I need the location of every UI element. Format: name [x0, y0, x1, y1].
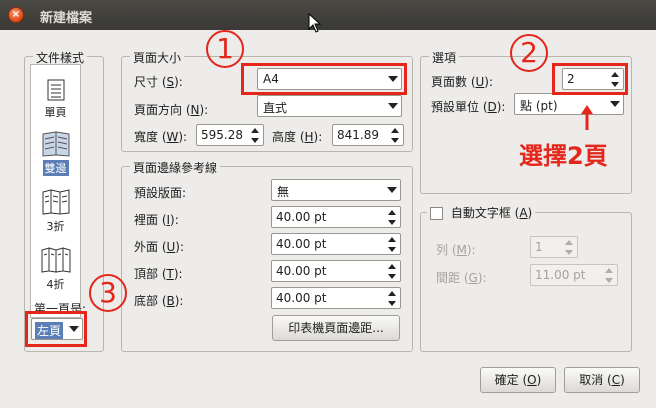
orientation-select[interactable]: 直式 [257, 95, 402, 117]
gap-value: 11.00 pt [535, 268, 586, 282]
style-item-quadfold[interactable]: 4折 [31, 247, 80, 292]
style-label-trifold: 3折 [46, 220, 65, 233]
preset-select[interactable]: 無 [271, 179, 401, 201]
spin-up-icon[interactable] [388, 237, 396, 242]
unit-select[interactable]: 點 (pt) [514, 93, 624, 115]
window-title: 新建檔案 [40, 11, 93, 26]
height-spinner[interactable]: 841.89 [332, 124, 404, 146]
top-spinner[interactable]: 40.00 pt [271, 260, 401, 282]
annotation-arrow-icon [581, 105, 593, 130]
preset-label: 預設版面: [134, 186, 187, 200]
orientation-value: 直式 [263, 101, 288, 115]
style-item-trifold[interactable]: 3折 [31, 189, 80, 234]
single-page-icon [47, 79, 64, 101]
spin-down-icon[interactable] [388, 274, 396, 279]
spin-down-icon[interactable] [388, 247, 396, 252]
style-label-quadfold: 4折 [46, 278, 65, 291]
gap-label: 間距 (G): [436, 271, 487, 285]
annotation-circle-3: 3 [89, 274, 127, 312]
outside-label: 外面 (U): [134, 240, 185, 254]
highlight-first-page-select [25, 311, 87, 347]
spin-down-icon[interactable] [251, 138, 259, 143]
spin-down-icon[interactable] [391, 138, 399, 143]
inside-label: 裡面 (I): [134, 213, 179, 227]
columns-spinner[interactable]: 1 [530, 236, 578, 258]
bottom-label: 底部 (B): [134, 294, 184, 308]
spin-up-icon[interactable] [388, 210, 396, 215]
unit-value: 點 (pt) [520, 99, 558, 113]
cancel-button[interactable]: 取消 (C) [564, 367, 640, 393]
spin-down-icon[interactable] [605, 278, 613, 283]
size-label: 尺寸 (S): [134, 75, 183, 89]
page-size-title: 頁面大小 [130, 49, 185, 66]
options-title: 選項 [429, 49, 460, 66]
spin-up-icon[interactable] [251, 128, 259, 133]
double-sided-icon [42, 131, 69, 157]
bottom-spinner[interactable]: 40.00 pt [271, 287, 401, 309]
height-value: 841.89 [337, 128, 379, 142]
highlight-size-select [241, 63, 407, 95]
chevron-down-icon [388, 103, 398, 109]
spin-down-icon[interactable] [388, 220, 396, 225]
inside-spinner[interactable]: 40.00 pt [271, 206, 401, 228]
chevron-down-icon [610, 101, 620, 107]
columns-label: 列 (M): [436, 243, 476, 257]
inside-value: 40.00 pt [276, 210, 327, 224]
doc-style-list[interactable]: 單頁 雙邊 3折 4折 [30, 64, 81, 318]
spin-up-icon[interactable] [391, 128, 399, 133]
gap-spinner[interactable]: 11.00 pt [530, 264, 618, 286]
spin-down-icon[interactable] [565, 250, 573, 255]
top-label: 頂部 (T): [134, 267, 183, 281]
annotation-note-select-2-pages: 選擇2頁 [519, 142, 608, 170]
style-item-single[interactable]: 單頁 [31, 79, 80, 120]
columns-value: 1 [535, 240, 543, 254]
orientation-label: 頁面方向 (N): [134, 103, 209, 117]
chevron-down-icon [387, 187, 397, 193]
height-label: 高度 (H): [272, 130, 323, 144]
ok-button[interactable]: 確定 (O) [480, 367, 556, 393]
width-spinner[interactable]: 595.28 [196, 124, 264, 146]
outside-spinner[interactable]: 40.00 pt [271, 233, 401, 255]
spin-up-icon[interactable] [388, 291, 396, 296]
highlight-pages-spinner [552, 63, 628, 95]
top-value: 40.00 pt [276, 264, 327, 278]
printer-margins-button[interactable]: 印表機頁面邊距... [272, 315, 400, 341]
quad-fold-icon [41, 247, 70, 273]
spin-up-icon[interactable] [565, 240, 573, 245]
width-label: 寬度 (W): [134, 130, 188, 144]
mouse-cursor-icon [308, 13, 322, 33]
auto-text-header: 自動文字框 (A) [427, 204, 536, 220]
style-label-single: 單頁 [44, 106, 67, 119]
margin-guides-title: 頁面邊緣參考線 [130, 159, 221, 176]
title-bar: × 新建檔案 [0, 0, 656, 30]
style-item-double[interactable]: 雙邊 [31, 131, 80, 176]
auto-text-checkbox[interactable] [430, 207, 443, 220]
outside-value: 40.00 pt [276, 237, 327, 251]
spin-up-icon[interactable] [388, 264, 396, 269]
bottom-value: 40.00 pt [276, 291, 327, 305]
annotation-circle-1: 1 [206, 30, 244, 68]
width-value: 595.28 [201, 128, 243, 142]
pages-label: 頁面數 (U): [431, 75, 494, 89]
style-label-double: 雙邊 [42, 160, 69, 176]
close-icon[interactable]: × [8, 7, 24, 23]
unit-label: 預設單位 (D): [431, 100, 506, 114]
auto-text-label: 自動文字框 (A) [450, 206, 533, 220]
spin-up-icon[interactable] [605, 268, 613, 273]
spin-down-icon[interactable] [388, 301, 396, 306]
preset-value: 無 [277, 185, 290, 199]
tri-fold-icon [42, 189, 69, 215]
annotation-circle-2: 2 [510, 34, 548, 72]
